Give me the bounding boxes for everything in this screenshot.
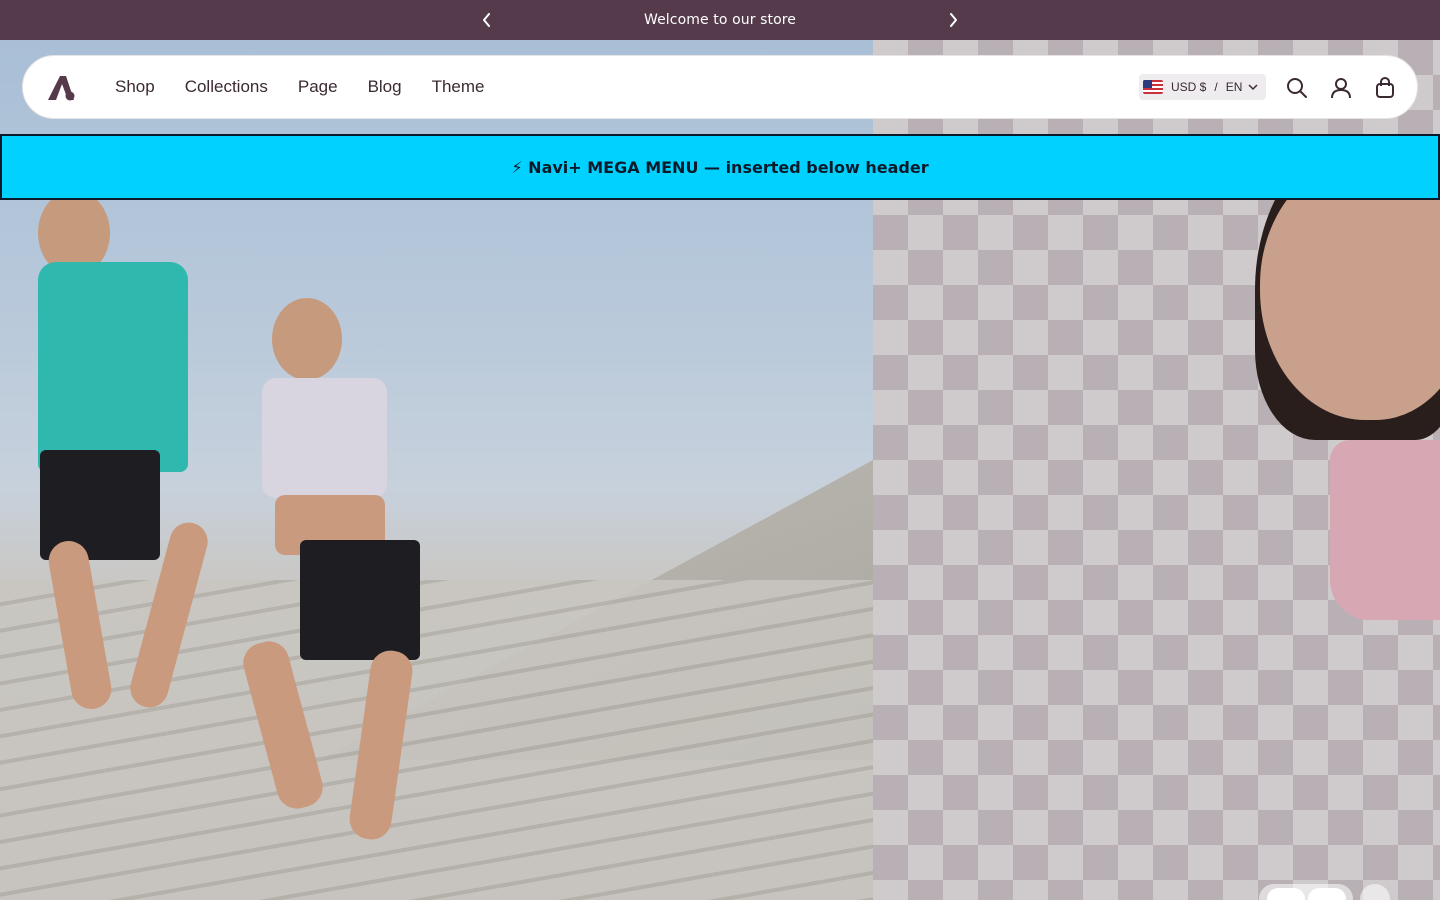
nav-item-page[interactable]: Page: [298, 77, 338, 97]
account-icon[interactable]: [1329, 76, 1353, 100]
chevron-down-icon: [1248, 83, 1258, 91]
nav-item-blog[interactable]: Blog: [368, 77, 402, 97]
runner-woman-shorts: [300, 540, 420, 660]
announcement-bar: Welcome to our store: [0, 0, 1440, 40]
search-icon[interactable]: [1285, 76, 1309, 100]
language-label: EN: [1225, 80, 1243, 94]
runner-woman-head: [272, 298, 342, 380]
brand-logo-icon[interactable]: [46, 74, 76, 102]
runner-man-shirt: [38, 262, 188, 472]
slider-controls: [1259, 884, 1353, 900]
chevron-right-icon[interactable]: [943, 10, 963, 30]
nav-item-theme[interactable]: Theme: [432, 77, 485, 97]
main-nav: Shop Collections Page Blog Theme: [115, 56, 515, 118]
chevron-left-icon[interactable]: [477, 10, 497, 30]
next-slide-button[interactable]: [1307, 888, 1346, 900]
mega-menu-banner: ⚡ Navi+ MEGA MENU — inserted below heade…: [0, 134, 1440, 200]
site-header: Shop Collections Page Blog Theme USD $ /…: [22, 55, 1418, 119]
mega-menu-text: ⚡ Navi+ MEGA MENU — inserted below heade…: [511, 157, 929, 177]
runner-woman-top: [262, 378, 387, 498]
portrait-top: [1330, 440, 1440, 620]
prev-slide-button[interactable]: [1266, 888, 1305, 900]
us-flag-icon: [1143, 80, 1163, 94]
nav-item-shop[interactable]: Shop: [115, 77, 155, 97]
locale-separator: /: [1214, 80, 1218, 94]
hero-stairs: [0, 580, 873, 900]
cart-icon[interactable]: [1373, 76, 1397, 100]
locale-selector[interactable]: USD $ / EN: [1139, 74, 1267, 100]
announcement-text: Welcome to our store: [643, 12, 797, 28]
nav-item-collections[interactable]: Collections: [185, 77, 268, 97]
currency-label: USD $: [1171, 80, 1207, 94]
